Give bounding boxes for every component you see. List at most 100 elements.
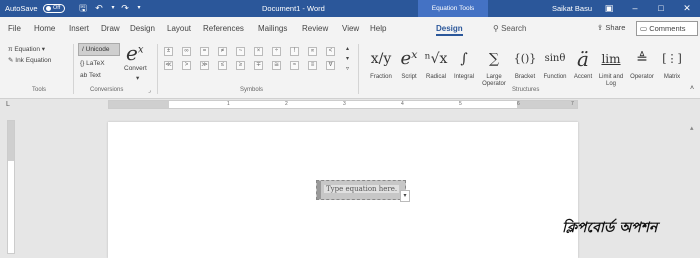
user-name[interactable]: Saikat Basu (552, 0, 592, 17)
symbol-plus-minus[interactable]: ± (164, 47, 173, 56)
symbol-for-all[interactable]: ∀ (326, 61, 335, 70)
tab-review[interactable]: Review (302, 24, 328, 33)
function-button[interactable]: sinθ Function (540, 44, 570, 80)
symbol-tilde[interactable]: ~ (236, 47, 245, 56)
symbol-infinity[interactable]: ∞ (182, 47, 191, 56)
tab-draw[interactable]: Draw (101, 24, 120, 33)
convert-dropdown-icon[interactable]: ▾ (136, 74, 139, 82)
tab-design[interactable]: Design (130, 24, 155, 33)
symbol-less-equal[interactable]: ≤ (218, 61, 227, 70)
conversions-group-label: Conversions (90, 87, 124, 93)
limit-and-log-label: Limit and Log (598, 74, 624, 87)
symbol-times[interactable]: × (254, 47, 263, 56)
equation-options-dropdown-icon[interactable]: ▾ (400, 190, 410, 202)
symbol-identical[interactable]: ≡ (308, 61, 317, 70)
symbol-not-equal[interactable]: ≠ (218, 47, 227, 56)
minimize-icon[interactable]: – (624, 0, 646, 17)
tab-file[interactable]: File (8, 24, 21, 33)
save-icon[interactable]: 🖫 (76, 1, 90, 16)
ruler-right-margin (517, 101, 577, 108)
symbols-scroll-down-icon[interactable]: ▾ (346, 55, 349, 62)
equation-placeholder[interactable]: Type equation here. (316, 180, 406, 200)
undo-icon[interactable]: ↶ (92, 1, 106, 16)
search-label: Search (501, 24, 527, 33)
search-box[interactable]: ⚲ Search (493, 24, 526, 33)
tab-references[interactable]: References (203, 24, 244, 33)
matrix-button[interactable]: [⋮] Matrix (658, 44, 686, 80)
convert-icon[interactable]: ex (126, 41, 143, 65)
tab-insert[interactable]: Insert (69, 24, 89, 33)
equation-tools-context-tab: Equation Tools (418, 0, 488, 17)
tab-home[interactable]: Home (34, 24, 55, 33)
bracket-button[interactable]: {()} Bracket (510, 44, 540, 80)
share-button[interactable]: ⇪ Share (594, 22, 628, 36)
integral-button[interactable]: ∫ Integral (450, 44, 478, 80)
ribbon: π Equation ▾ ✎ Ink Equation Tools / Unic… (0, 41, 700, 99)
operator-icon: ≜ (636, 51, 648, 67)
symbol-approx[interactable]: ≈ (290, 61, 299, 70)
convert-button[interactable]: Convert (124, 65, 147, 72)
fraction-icon: x/y (370, 51, 392, 67)
autosave-label: AutoSave (5, 4, 38, 13)
equation-placeholder-text[interactable]: Type equation here. (324, 185, 400, 193)
unicode-button[interactable]: / Unicode (78, 43, 120, 56)
symbol-minus-plus[interactable]: ∓ (254, 61, 263, 70)
ribbon-display-options-icon[interactable]: ▣ (598, 0, 620, 17)
tab-help[interactable]: Help (370, 24, 386, 33)
maximize-icon[interactable]: □ (650, 0, 672, 17)
tab-mailings[interactable]: Mailings (258, 24, 287, 33)
tab-layout[interactable]: Layout (167, 24, 191, 33)
large-operator-icon: ∑ (489, 51, 499, 67)
function-label: Function (543, 74, 567, 80)
limit-icon: lim (601, 52, 621, 66)
accent-button[interactable]: ä Accent (570, 44, 596, 80)
close-icon[interactable]: ✕ (676, 0, 698, 17)
latex-icon: {} (80, 60, 85, 67)
symbol-divide[interactable]: ÷ (272, 47, 281, 56)
symbol-congruent[interactable]: ≅ (272, 61, 281, 70)
symbol-greater-than[interactable]: > (182, 61, 191, 70)
text-button[interactable]: ab Text (80, 72, 101, 79)
equation-button[interactable]: π Equation ▾ (8, 45, 45, 53)
radical-label: Radical (425, 74, 446, 80)
ink-equation-button[interactable]: ✎ Ink Equation (8, 56, 51, 64)
symbols-more-icon[interactable]: ▿ (346, 65, 349, 72)
symbol-less-than[interactable]: < (326, 47, 335, 56)
tab-selector-icon[interactable]: L (6, 101, 10, 108)
ruler-number: 6 (517, 101, 520, 107)
symbols-scroll-up-icon[interactable]: ▴ (346, 45, 349, 52)
symbol-much-less[interactable]: ≪ (164, 61, 173, 70)
integral-icon: ∫ (460, 51, 468, 67)
fraction-button[interactable]: x/y Fraction (366, 44, 396, 80)
text-label: Text (88, 72, 101, 79)
share-label: Share (605, 23, 626, 32)
limit-and-log-button[interactable]: lim Limit and Log (596, 44, 626, 88)
redo-icon[interactable]: ↷ (118, 1, 132, 16)
vertical-ruler[interactable] (7, 120, 15, 254)
symbol-equals[interactable]: = (200, 47, 209, 56)
scroll-up-icon[interactable]: ▴ (690, 124, 694, 132)
ink-equation-label: Ink Equation (15, 57, 52, 64)
ruler-area: L 1 2 3 4 5 6 7 (0, 99, 700, 111)
symbol-proportional[interactable]: ∝ (308, 47, 317, 56)
horizontal-ruler[interactable]: 1 2 3 4 5 6 7 (108, 100, 578, 109)
customize-qat-icon[interactable]: ▾ (132, 1, 146, 16)
symbol-factorial[interactable]: ! (290, 47, 299, 56)
collapse-ribbon-icon[interactable]: ˄ (690, 85, 694, 92)
autosave-toggle[interactable]: Off (43, 4, 65, 13)
document-page[interactable]: Type equation here. ▾ (108, 122, 578, 258)
vertical-ruler-top-margin (8, 121, 14, 161)
symbol-much-greater[interactable]: ≫ (200, 61, 209, 70)
conversions-dialog-launcher-icon[interactable]: ⌟ (148, 87, 151, 94)
script-button[interactable]: eˣ Script (397, 44, 421, 80)
tab-equation-design[interactable]: Design (436, 24, 463, 36)
symbol-greater-equal[interactable]: ≥ (236, 61, 245, 70)
radical-button[interactable]: ⁿ√x Radical (422, 44, 450, 80)
title-bar: AutoSave Off 🖫 ↶ ▾ ↷ ▾ Document1 - Word … (0, 0, 700, 17)
latex-button[interactable]: {} LaTeX (80, 60, 105, 67)
tab-view[interactable]: View (342, 24, 359, 33)
equation-handle[interactable] (317, 181, 321, 199)
large-operator-button[interactable]: ∑ Large Operator (478, 44, 510, 88)
comments-button[interactable]: ▭ Comments (636, 21, 698, 36)
operator-button[interactable]: ≜ Operator (626, 44, 658, 80)
